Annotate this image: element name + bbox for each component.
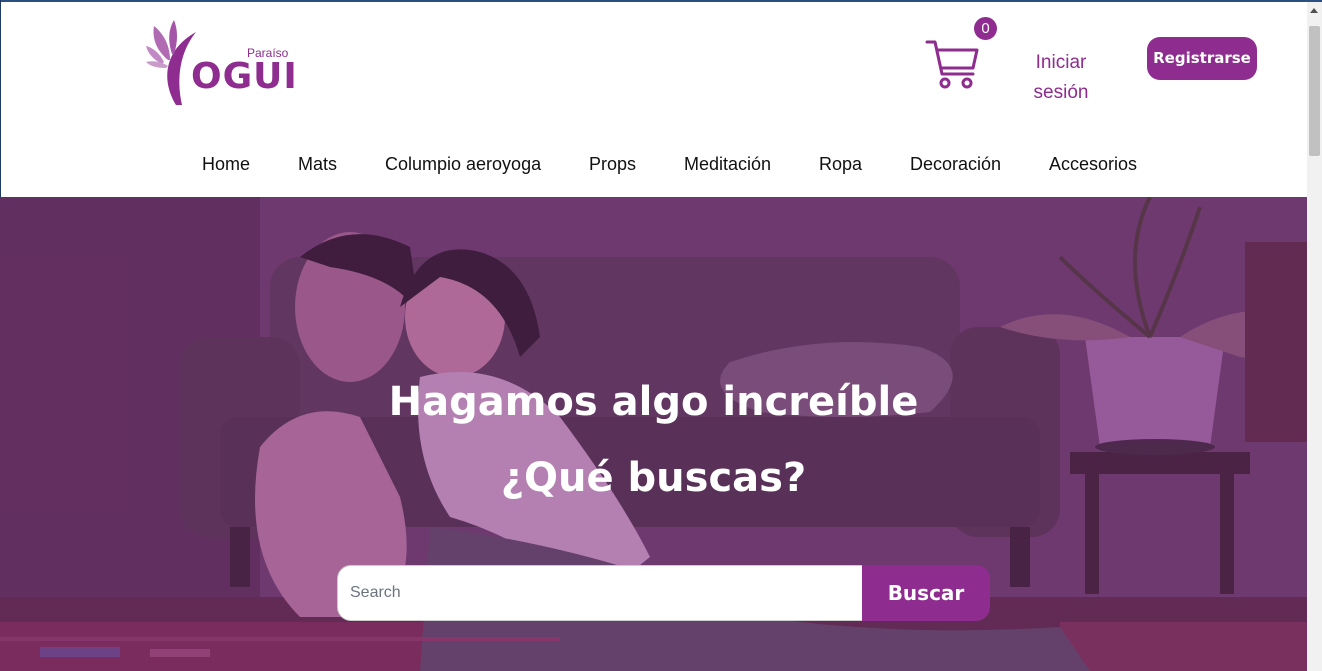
scroll-up-arrow-icon[interactable] — [1310, 8, 1318, 13]
search-input[interactable] — [337, 565, 863, 621]
nav-item-meditacion[interactable]: Meditación — [684, 154, 771, 175]
nav-item-columpio-aeroyoga[interactable]: Columpio aeroyoga — [385, 154, 541, 175]
cart-count-badge: 0 — [974, 17, 997, 40]
login-link[interactable]: Iniciar sesión — [1021, 48, 1101, 108]
nav-item-mats[interactable]: Mats — [298, 154, 337, 175]
cart-icon[interactable] — [925, 38, 981, 92]
logo-text: OGUI — [191, 56, 298, 97]
search-bar: Buscar — [337, 565, 990, 621]
nav-item-props[interactable]: Props — [589, 154, 636, 175]
hero-banner: Hagamos algo increíble ¿Qué buscas? Busc… — [0, 197, 1307, 671]
scroll-thumb[interactable] — [1309, 26, 1320, 156]
hero-title: Hagamos algo increíble — [388, 379, 919, 425]
nav-item-home[interactable]: Home — [202, 154, 250, 175]
nav-item-accesorios[interactable]: Accesorios — [1049, 154, 1137, 175]
search-button[interactable]: Buscar — [862, 565, 990, 621]
hero-subtitle: ¿Qué buscas? — [500, 455, 807, 501]
nav-item-decoracion[interactable]: Decoración — [910, 154, 1001, 175]
site-header: Paraíso OGUI 0 Iniciar sesión Registrars… — [1, 2, 1307, 197]
register-button[interactable]: Registrarse — [1147, 37, 1257, 80]
main-nav: Home Mats Columpio aeroyoga Props Medita… — [1, 154, 1307, 184]
nav-item-ropa[interactable]: Ropa — [819, 154, 862, 175]
vertical-scrollbar[interactable] — [1307, 2, 1322, 671]
